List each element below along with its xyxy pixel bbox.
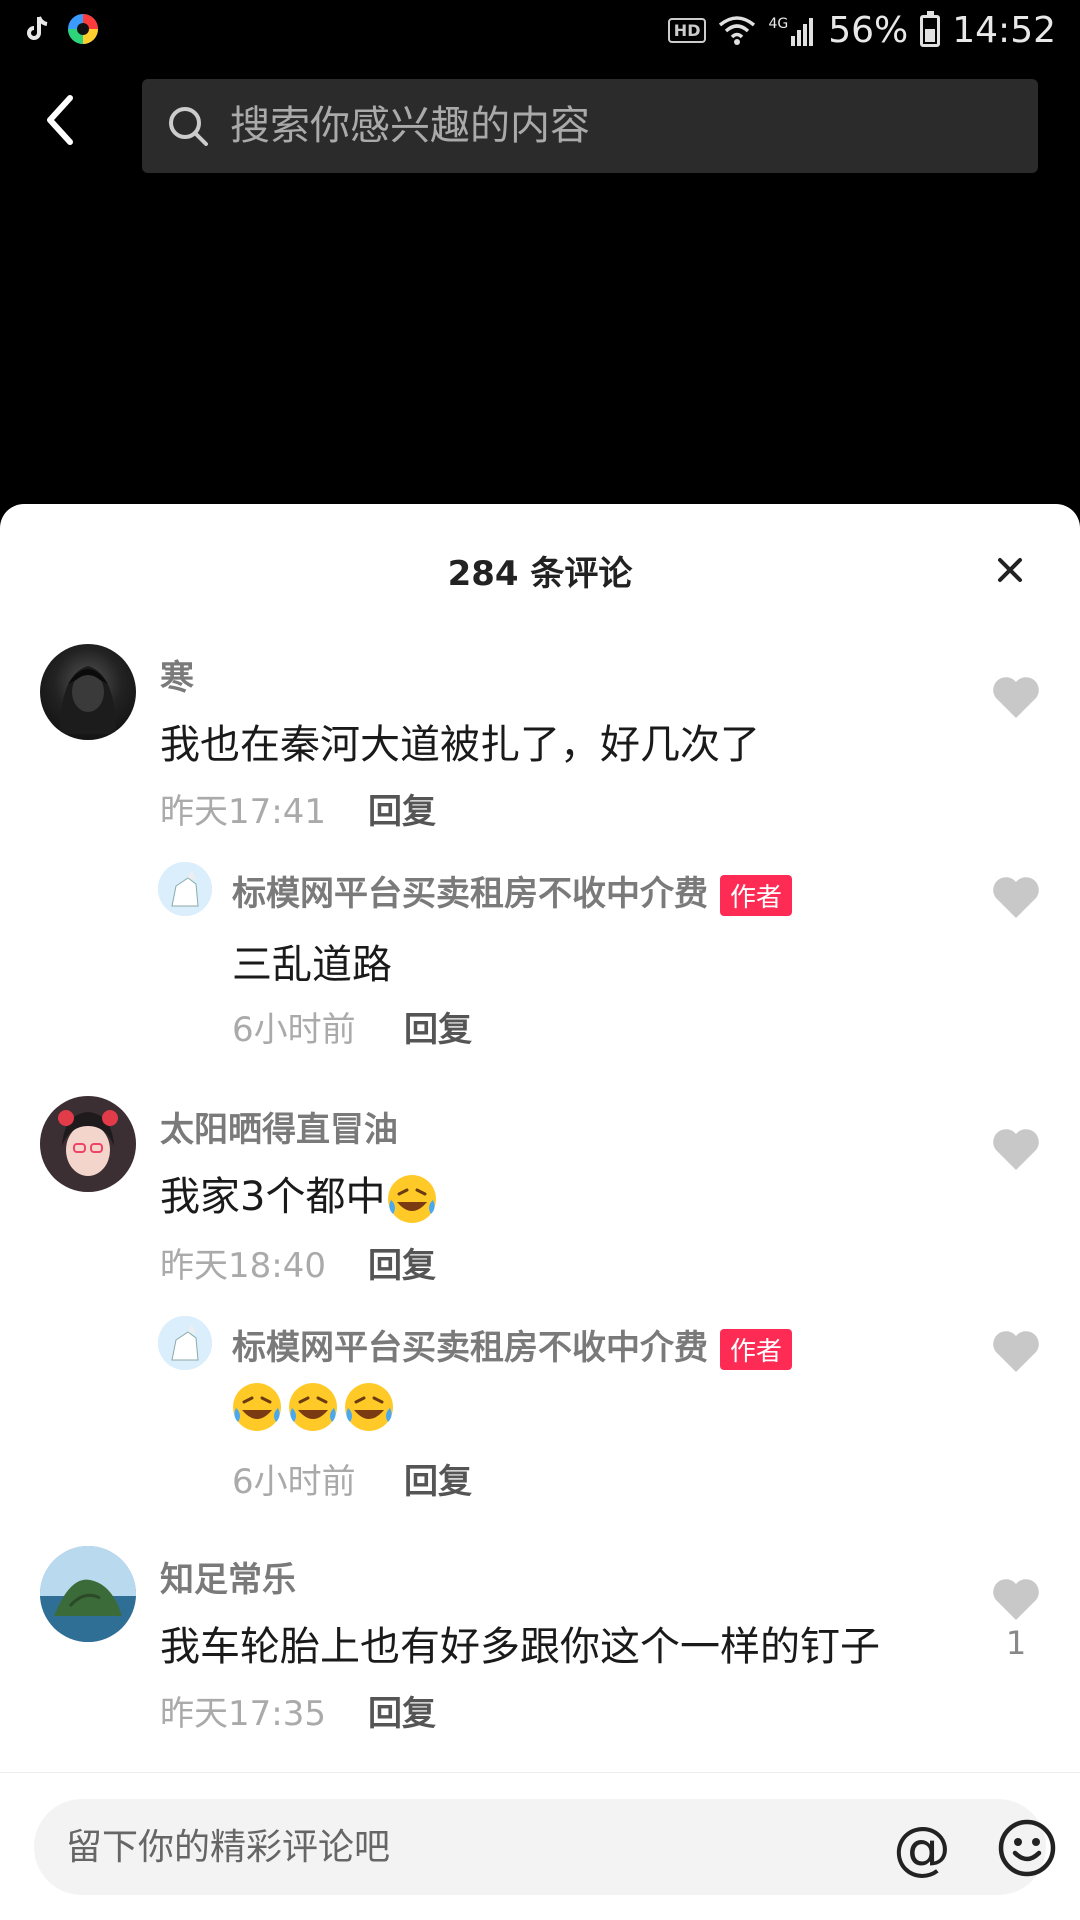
avatar-image: [60, 666, 116, 734]
author-badge: 作者: [720, 1329, 793, 1370]
battery-percent: 56%: [828, 10, 909, 51]
avatar-image: [158, 862, 212, 916]
reply-username-text[interactable]: 标模网平台买卖租房不收中介费: [232, 1328, 708, 1368]
reply-time: 6小时前: [232, 1010, 356, 1050]
comment-text: 我家3个都中: [160, 1164, 441, 1226]
like-button[interactable]: [988, 1322, 1044, 1378]
battery-icon: [920, 10, 941, 47]
laughing-crying-emoji-icon: [345, 1383, 393, 1431]
reply-button[interactable]: 回复: [368, 784, 436, 833]
avatar-image: [40, 1096, 136, 1192]
battery-fill: [925, 28, 936, 42]
comment-time: 昨天17:35: [160, 1694, 326, 1734]
comment-time: 昨天18:40: [160, 1246, 326, 1286]
back-button[interactable]: [40, 90, 100, 150]
status-left: [22, 12, 100, 46]
heart-icon: [993, 1331, 1039, 1372]
hd-badge: HD: [667, 18, 707, 43]
comments-sheet: 284 条评论 寒 我也在秦河大道被扎了，好几次了 昨天17:41 回复 标模网…: [0, 504, 1080, 1920]
laughing-crying-emoji-icon: [388, 1175, 437, 1223]
comment-username[interactable]: 寒: [160, 650, 194, 699]
avatar[interactable]: [158, 862, 212, 916]
emoji-picker-button[interactable]: [996, 1817, 1058, 1879]
reply-button[interactable]: 回复: [404, 1454, 472, 1503]
app-notification-icon: [68, 14, 98, 44]
comment-text: 我车轮胎上也有好多跟你这个一样的钉子: [160, 1624, 880, 1670]
comments-count-title: 284 条评论: [447, 554, 633, 594]
search-box[interactable]: [142, 79, 1038, 173]
network-type: 4G: [768, 15, 789, 32]
reply-username-text[interactable]: 标模网平台买卖租房不收中介费: [232, 874, 708, 914]
mention-button[interactable]: @: [892, 1819, 952, 1879]
laughing-crying-emoji-icon: [289, 1383, 337, 1431]
close-button[interactable]: [986, 546, 1034, 594]
like-button[interactable]: [988, 1120, 1044, 1176]
avatar[interactable]: [40, 1096, 136, 1192]
comment-input-container[interactable]: @: [34, 1799, 1056, 1895]
tiktok-notification-icon: [27, 16, 48, 40]
comment-input-bar: @: [0, 1772, 1080, 1920]
laughing-crying-emoji-icon: [233, 1383, 281, 1431]
heart-icon: [993, 1129, 1039, 1170]
like-button[interactable]: [988, 1570, 1044, 1626]
like-button[interactable]: [988, 668, 1044, 724]
comment-username[interactable]: 太阳晒得直冒油: [160, 1102, 398, 1151]
avatar-image: [158, 1316, 212, 1370]
author-badge: 作者: [720, 875, 793, 916]
heart-icon: [993, 877, 1039, 918]
close-icon: [998, 558, 1022, 582]
chevron-left-icon: [47, 95, 73, 145]
wifi-icon: [719, 15, 756, 45]
avatar[interactable]: [40, 1546, 136, 1642]
smiley-icon: [998, 1819, 1056, 1877]
heart-icon: [993, 1579, 1039, 1620]
like-button[interactable]: [988, 868, 1044, 924]
avatar[interactable]: [40, 644, 136, 740]
comment-text-body: 我家3个都中: [160, 1174, 386, 1220]
reply-username: 标模网平台买卖租房不收中介费 作者: [232, 1320, 793, 1370]
reply-username: 标模网平台买卖租房不收中介费 作者: [232, 866, 793, 916]
comment-time: 昨天17:41: [160, 792, 326, 832]
status-bar: HD 4G 56% 14:52: [0, 0, 1080, 62]
reply-button[interactable]: 回复: [368, 1686, 436, 1735]
avatar[interactable]: [158, 1316, 212, 1370]
reply-button[interactable]: 回复: [368, 1238, 436, 1287]
signal-group: 4G: [768, 16, 816, 46]
search-icon: [169, 107, 208, 146]
reply-time: 6小时前: [232, 1462, 356, 1502]
search-header: [0, 62, 1080, 182]
like-count: 1: [1005, 1624, 1027, 1662]
comment-text: 我也在秦河大道被扎了，好几次了: [160, 722, 760, 768]
comment-username[interactable]: 知足常乐: [160, 1552, 296, 1601]
comment-input[interactable]: [66, 1826, 846, 1868]
status-right: HD 4G 56% 14:52: [667, 10, 1056, 51]
search-input[interactable]: [230, 103, 990, 149]
signal-icon: [791, 17, 814, 46]
reply-text: 三乱道路: [232, 942, 392, 988]
reply-emoji-row: [230, 1380, 398, 1434]
avatar-image: [40, 1546, 136, 1642]
clock: 14:52: [952, 10, 1056, 51]
heart-icon: [993, 677, 1039, 718]
reply-button[interactable]: 回复: [404, 1002, 472, 1051]
